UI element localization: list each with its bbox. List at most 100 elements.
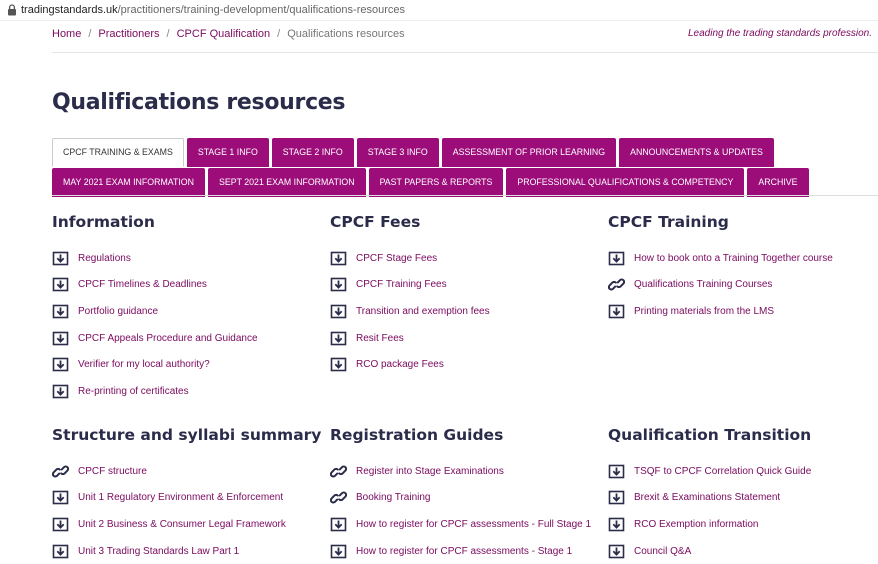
resource-item[interactable]: How to book onto a Training Together cou…	[608, 245, 878, 272]
tab-sept-2021-exam[interactable]: SEPT 2021 EXAM INFORMATION	[208, 168, 366, 197]
resource-item[interactable]: RCO Exemption information	[608, 511, 878, 538]
tab-cpcf-training-exams[interactable]: CPCF TRAINING & EXAMS	[52, 138, 184, 167]
resource-link[interactable]: CPCF structure	[78, 466, 147, 477]
resource-item[interactable]: How to register for CPCF assessments - S…	[330, 538, 600, 564]
download-icon	[608, 304, 625, 319]
resource-link[interactable]: Council Q&A	[634, 546, 691, 557]
resource-link[interactable]: CPCF Timelines & Deadlines	[78, 279, 207, 290]
resource-link[interactable]: TSQF to CPCF Correlation Quick Guide	[634, 466, 811, 477]
resource-item[interactable]: Booking Training	[330, 485, 600, 512]
resource-list: How to book onto a Training Together cou…	[608, 245, 878, 325]
download-icon	[52, 278, 69, 292]
resource-item[interactable]: Resit Fees	[330, 325, 600, 352]
resource-link[interactable]: How to book onto a Training Together cou…	[634, 253, 833, 264]
download-icon	[330, 331, 347, 345]
resource-link[interactable]: CPCF Training Fees	[356, 279, 447, 290]
section-heading: CPCF Fees	[330, 213, 421, 231]
resource-item[interactable]: RCO package Fees	[330, 351, 600, 378]
resource-link[interactable]: Brexit & Examinations Statement	[634, 492, 780, 503]
download-icon	[608, 251, 625, 266]
section-heading: Qualification Transition	[608, 426, 812, 444]
resource-link[interactable]: RCO Exemption information	[634, 519, 759, 530]
resource-item[interactable]: Register into Stage Examinations	[330, 458, 600, 485]
tab-announcements-updates[interactable]: ANNOUNCEMENTS & UPDATES	[619, 138, 774, 167]
link-icon	[330, 491, 347, 504]
address-bar[interactable]: tradingstandards.uk/practitioners/traini…	[0, 0, 878, 21]
tab-assessment-prior-learning[interactable]: ASSESSMENT OF PRIOR LEARNING	[441, 138, 617, 167]
resource-item[interactable]: CPCF structure	[52, 458, 322, 485]
link-icon	[52, 465, 69, 478]
section-heading: Structure and syllabi summary	[52, 426, 322, 444]
tab-professional-qualifications[interactable]: PROFESSIONAL QUALIFICATIONS & COMPETENCY	[506, 168, 745, 197]
tab-may-2021-exam[interactable]: MAY 2021 EXAM INFORMATION	[52, 168, 206, 197]
resource-item[interactable]: TSQF to CPCF Correlation Quick Guide	[608, 458, 878, 485]
tab-stage-1-info[interactable]: STAGE 1 INFO	[186, 138, 269, 167]
section-qualification-transition: Qualification Transition TSQF to CPCF Co…	[608, 426, 878, 564]
breadcrumb-practitioners[interactable]: Practitioners	[98, 28, 159, 40]
resource-item[interactable]: CPCF Timelines & Deadlines	[52, 272, 322, 299]
download-icon	[52, 331, 69, 345]
download-icon	[330, 517, 347, 532]
resource-item[interactable]: Printing materials from the LMS	[608, 298, 878, 325]
download-icon	[52, 384, 69, 399]
section-heading: CPCF Training	[608, 213, 729, 231]
section-heading: Registration Guides	[330, 426, 504, 444]
resource-link[interactable]: Portfolio guidance	[78, 306, 158, 317]
breadcrumb-cpcf-qualification[interactable]: CPCF Qualification	[177, 28, 271, 40]
resource-item[interactable]: CPCF Training Fees	[330, 272, 600, 299]
resource-item[interactable]: Unit 3 Trading Standards Law Part 1	[52, 538, 322, 564]
resource-list: CPCF Stage Fees CPCF Training Fees Transit…	[330, 245, 600, 378]
resource-link[interactable]: CPCF Stage Fees	[356, 253, 437, 264]
resource-link[interactable]: Printing materials from the LMS	[634, 306, 774, 317]
download-icon	[52, 544, 69, 558]
breadcrumb: Home / Practitioners / CPCF Qualification / Qu…	[52, 28, 405, 40]
resource-link[interactable]: Unit 1 Regulatory Environment & Enforcem…	[78, 492, 283, 503]
breadcrumb-separator: /	[277, 28, 281, 40]
resource-link[interactable]: Register into Stage Examinations	[356, 466, 504, 477]
resource-link[interactable]: Transition and exemption fees	[356, 306, 490, 317]
download-icon	[330, 304, 347, 319]
download-icon	[330, 278, 347, 292]
resource-link[interactable]: Booking Training	[356, 492, 431, 503]
resource-link[interactable]: Unit 3 Trading Standards Law Part 1	[78, 546, 239, 557]
resource-link[interactable]: Qualifications Training Courses	[634, 279, 772, 290]
resource-item[interactable]: Brexit & Examinations Statement	[608, 485, 878, 512]
resource-item[interactable]: Transition and exemption fees	[330, 298, 600, 325]
resource-item[interactable]: CPCF Appeals Procedure and Guidance	[52, 325, 322, 352]
section-structure-syllabi: Structure and syllabi summary CPCF struc…	[52, 426, 322, 564]
resource-link[interactable]: Re-printing of certificates	[78, 386, 189, 397]
tab-past-papers-reports[interactable]: PAST PAPERS & REPORTS	[368, 168, 504, 197]
resource-link[interactable]: How to register for CPCF assessments - S…	[356, 546, 572, 557]
section-information: Information Regulations CPCF Timelines & …	[52, 213, 322, 405]
tab-stage-2-info[interactable]: STAGE 2 INFO	[271, 138, 354, 167]
tab-stage-3-info[interactable]: STAGE 3 INFO	[356, 138, 439, 167]
resource-item[interactable]: Council Q&A	[608, 538, 878, 564]
resource-link[interactable]: Resit Fees	[356, 333, 404, 344]
tab-archive[interactable]: ARCHIVE	[747, 168, 809, 197]
section-heading: Information	[52, 213, 155, 231]
download-icon	[608, 517, 625, 532]
resource-item[interactable]: Unit 1 Regulatory Environment & Enforcem…	[52, 485, 322, 512]
tab-row: MAY 2021 EXAM INFORMATION SEPT 2021 EXAM…	[52, 168, 878, 198]
resource-item[interactable]: How to register for CPCF assessments - F…	[330, 511, 600, 538]
site-tagline: Leading the trading standards profession…	[687, 28, 872, 39]
resource-list: Regulations CPCF Timelines & Deadlines Por…	[52, 245, 322, 405]
resource-link[interactable]: Verifier for my local authority?	[78, 359, 210, 370]
resource-item[interactable]: Unit 2 Business & Consumer Legal Framewo…	[52, 511, 322, 538]
resource-link[interactable]: Unit 2 Business & Consumer Legal Framewo…	[78, 519, 286, 530]
resource-link[interactable]: CPCF Appeals Procedure and Guidance	[78, 333, 258, 344]
resource-item[interactable]: Portfolio guidance	[52, 298, 322, 325]
resource-item[interactable]: CPCF Stage Fees	[330, 245, 600, 272]
resource-item[interactable]: Qualifications Training Courses	[608, 272, 878, 299]
resource-item[interactable]: Regulations	[52, 245, 322, 272]
url-host: tradingstandards.uk	[21, 4, 118, 16]
resource-item[interactable]: Verifier for my local authority?	[52, 351, 322, 378]
resource-item[interactable]: Re-printing of certificates	[52, 378, 322, 405]
breadcrumb-home[interactable]: Home	[52, 28, 81, 40]
section-cpcf-fees: CPCF Fees CPCF Stage Fees CPCF Training F…	[330, 213, 600, 378]
resource-link[interactable]: RCO package Fees	[356, 359, 444, 370]
resource-link[interactable]: Regulations	[78, 253, 131, 264]
page-title: Qualifications resources	[52, 90, 346, 115]
url-path: /practitioners/training-development/qual…	[117, 4, 405, 16]
resource-link[interactable]: How to register for CPCF assessments - F…	[356, 519, 591, 530]
